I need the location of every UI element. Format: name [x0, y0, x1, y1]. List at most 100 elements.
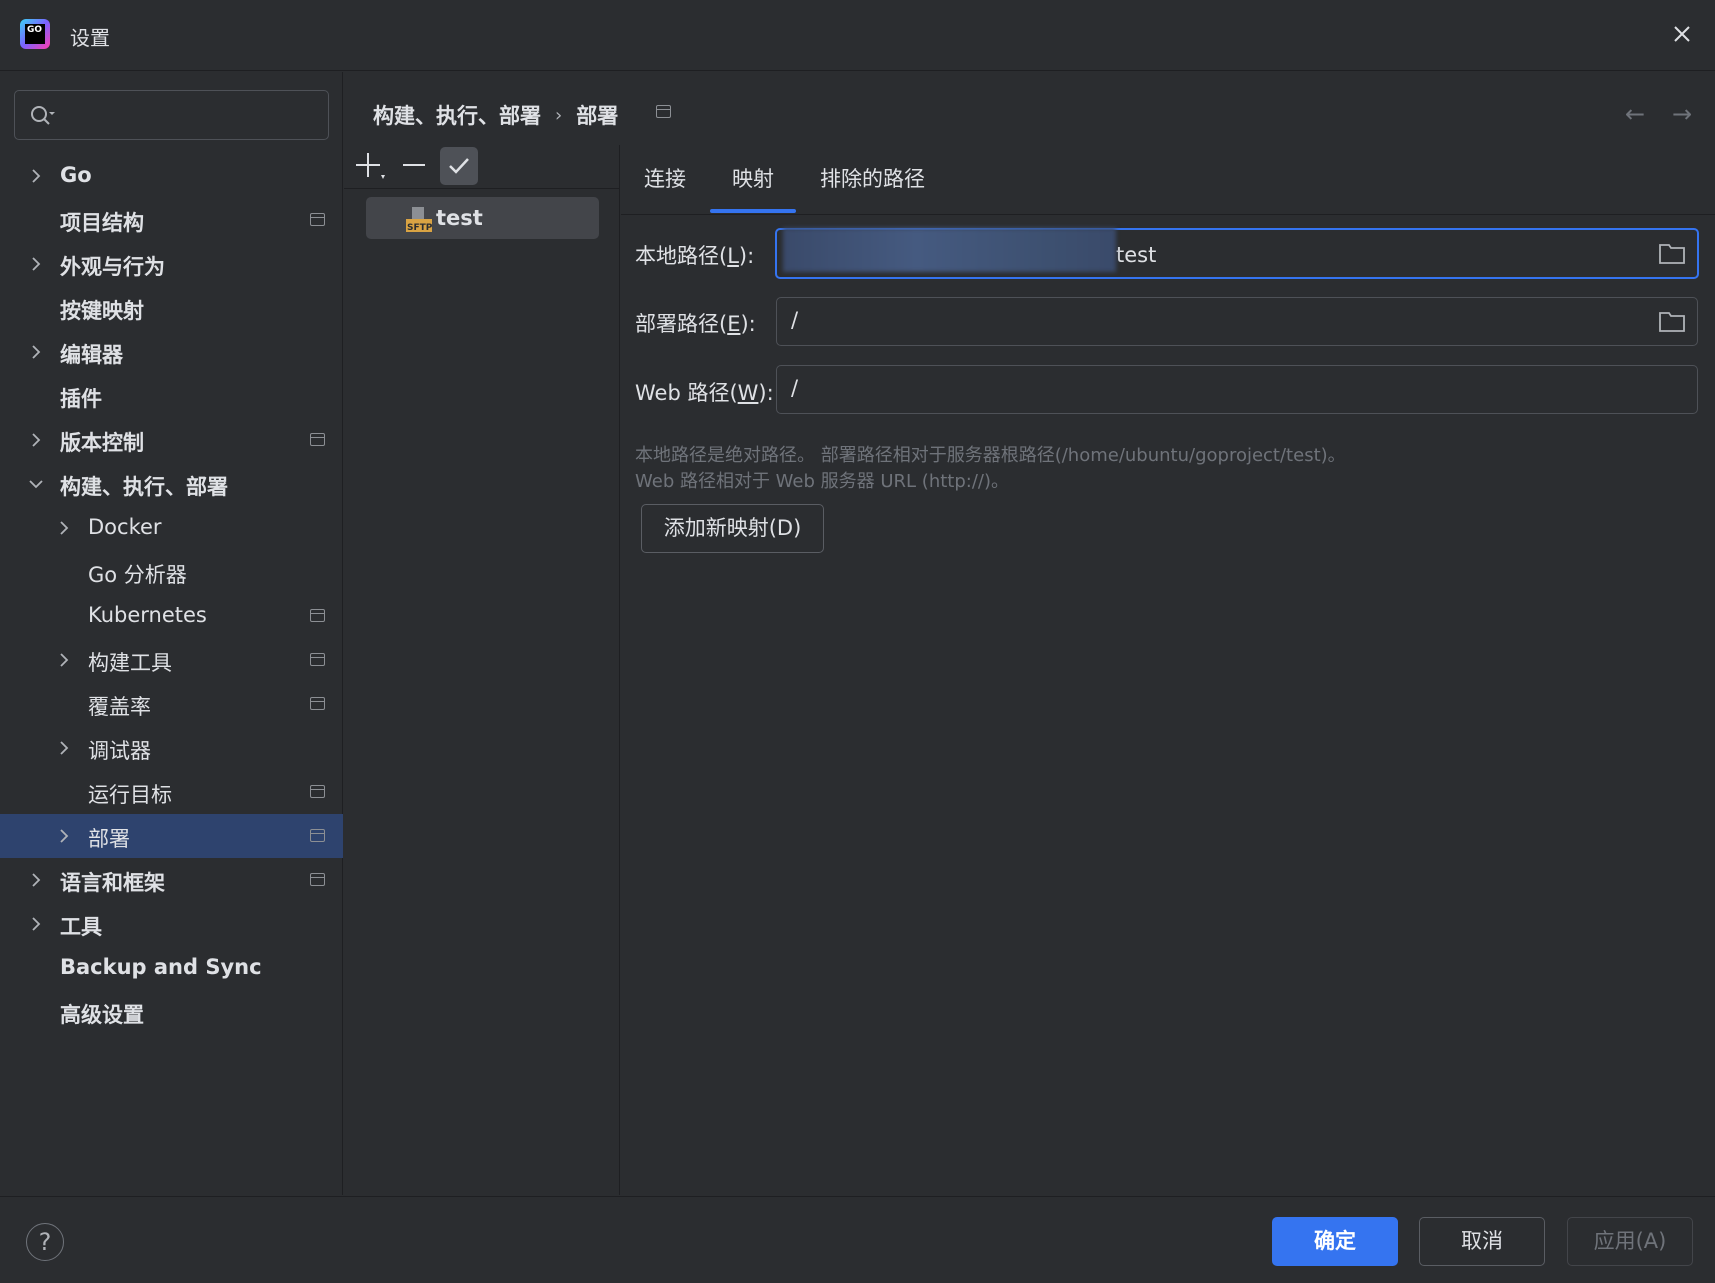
server-item-label: test: [436, 206, 483, 230]
sidebar-item[interactable]: Go 分析器: [0, 550, 343, 594]
sidebar-item[interactable]: 外观与行为: [0, 242, 343, 286]
path-hint-line-1: 本地路径是绝对路径。 部署路径相对于服务器根路径(/home/ubuntu/go…: [635, 445, 1346, 466]
sidebar-item-label: 运行目标: [88, 783, 172, 807]
add-server-button[interactable]: [351, 147, 389, 185]
search-input[interactable]: [14, 90, 329, 140]
sidebar-item-label: 覆盖率: [88, 695, 151, 719]
sidebar-item-label: 语言和框架: [60, 871, 165, 895]
chevron-right-icon[interactable]: [28, 344, 44, 360]
sidebar-item[interactable]: 插件: [0, 374, 343, 418]
sidebar-item[interactable]: 覆盖率: [0, 682, 343, 726]
sidebar-item[interactable]: 部署: [0, 814, 343, 858]
sidebar-item-label: 调试器: [88, 739, 151, 763]
back-arrow-icon[interactable]: ←: [1625, 100, 1645, 128]
sidebar-item[interactable]: Backup and Sync: [0, 946, 343, 990]
sidebar-item[interactable]: 版本控制: [0, 418, 343, 462]
chevron-right-icon[interactable]: [56, 652, 72, 668]
sidebar-item-label: 插件: [60, 387, 102, 411]
project-level-icon: [310, 829, 325, 842]
chevron-right-icon[interactable]: [56, 828, 72, 844]
sidebar-item[interactable]: 调试器: [0, 726, 343, 770]
server-list-toolbar: [344, 145, 620, 189]
remove-server-button[interactable]: [395, 147, 433, 185]
project-level-icon: [310, 609, 325, 622]
settings-tree: Go 项目结构外观与行为按键映射编辑器插件版本控制构建、执行、部署 Docker Go…: [0, 154, 343, 1034]
chevron-right-icon[interactable]: [28, 168, 44, 184]
sidebar-item[interactable]: Go: [0, 154, 343, 198]
sidebar-item[interactable]: 语言和框架: [0, 858, 343, 902]
sidebar-item[interactable]: Kubernetes: [0, 594, 343, 638]
close-button[interactable]: [1667, 20, 1697, 50]
goland-logo-icon: GO: [20, 19, 50, 49]
tab-mappings[interactable]: 映射: [732, 163, 774, 193]
sidebar-item-label: Go 分析器: [88, 563, 187, 587]
sidebar-item-label: 构建、执行、部署: [60, 475, 228, 499]
chevron-right-icon[interactable]: [56, 520, 72, 536]
ok-button[interactable]: 确定: [1272, 1217, 1398, 1266]
check-icon: [449, 158, 469, 174]
server-item-test[interactable]: SFTP test: [366, 197, 599, 239]
deploy-path-field[interactable]: /: [776, 297, 1698, 346]
local-path-value: test: [783, 228, 1156, 272]
project-level-icon: [310, 653, 325, 666]
chevron-right-icon[interactable]: [28, 432, 44, 448]
sidebar-item[interactable]: 构建工具: [0, 638, 343, 682]
breadcrumb-parent[interactable]: 构建、执行、部署: [373, 100, 541, 130]
sidebar-item-label: 高级设置: [60, 1003, 144, 1027]
sidebar-item-label: 外观与行为: [60, 255, 165, 279]
tab-connection[interactable]: 连接: [644, 163, 686, 193]
sidebar-item[interactable]: Docker: [0, 506, 343, 550]
help-button[interactable]: ?: [26, 1223, 64, 1261]
svg-text:SFTP: SFTP: [407, 223, 432, 233]
sidebar-item-label: Docker: [88, 515, 162, 539]
set-default-button[interactable]: [440, 147, 478, 185]
sidebar-item[interactable]: 运行目标: [0, 770, 343, 814]
web-path-label: Web 路径(W):: [635, 381, 774, 405]
local-path-field[interactable]: test: [775, 228, 1699, 279]
tab-excluded-paths[interactable]: 排除的路径: [820, 163, 925, 193]
web-path-value: /: [791, 376, 799, 400]
title-bar: GO 设置: [0, 0, 1715, 71]
active-tab-indicator: [710, 209, 796, 213]
sidebar-item-label: Kubernetes: [88, 603, 207, 627]
plus-icon: [356, 153, 385, 179]
sidebar-item[interactable]: 编辑器: [0, 330, 343, 374]
window-title: 设置: [70, 26, 110, 50]
chevron-right-icon[interactable]: [28, 872, 44, 888]
sidebar-item-label: 版本控制: [60, 431, 144, 455]
chevron-right-icon[interactable]: [28, 916, 44, 932]
sidebar-item-label: 部署: [88, 827, 130, 851]
breadcrumb-current: 部署: [576, 104, 619, 128]
sidebar-item-label: 按键映射: [60, 299, 144, 323]
sidebar-item-label: 项目结构: [60, 211, 144, 235]
chevron-right-icon[interactable]: [56, 740, 72, 756]
sidebar-item[interactable]: 构建、执行、部署: [0, 462, 343, 506]
minus-icon: [403, 164, 425, 166]
folder-icon[interactable]: [1659, 310, 1685, 332]
add-mapping-button[interactable]: 添加新映射(D): [641, 504, 824, 553]
sidebar-item[interactable]: 按键映射: [0, 286, 343, 330]
deploy-path-label: 部署路径(E):: [635, 312, 756, 336]
sidebar-item[interactable]: 项目结构: [0, 198, 343, 242]
apply-button[interactable]: 应用(A): [1567, 1217, 1693, 1266]
sidebar-item-label: 工具: [60, 915, 102, 939]
project-level-icon: [310, 213, 325, 226]
project-level-icon: [656, 105, 671, 118]
chevron-down-icon[interactable]: [28, 476, 44, 492]
sidebar-item[interactable]: 工具: [0, 902, 343, 946]
folder-icon[interactable]: [1659, 242, 1685, 264]
breadcrumb: 构建、执行、部署 › 部署: [373, 100, 618, 130]
chevron-right-icon[interactable]: [28, 256, 44, 272]
project-level-icon: [310, 785, 325, 798]
forward-arrow-icon[interactable]: →: [1672, 100, 1692, 128]
sidebar-item-label: Backup and Sync: [60, 955, 262, 979]
search-icon: [31, 106, 55, 125]
project-level-icon: [310, 433, 325, 446]
sidebar-item-label: Go: [60, 163, 92, 187]
sidebar-item[interactable]: 高级设置: [0, 990, 343, 1034]
cancel-button[interactable]: 取消: [1419, 1217, 1545, 1266]
redacted-path: [783, 228, 1116, 272]
sftp-server-icon: SFTP: [406, 207, 432, 233]
web-path-field[interactable]: /: [776, 365, 1698, 414]
logo-text: GO: [25, 24, 45, 44]
